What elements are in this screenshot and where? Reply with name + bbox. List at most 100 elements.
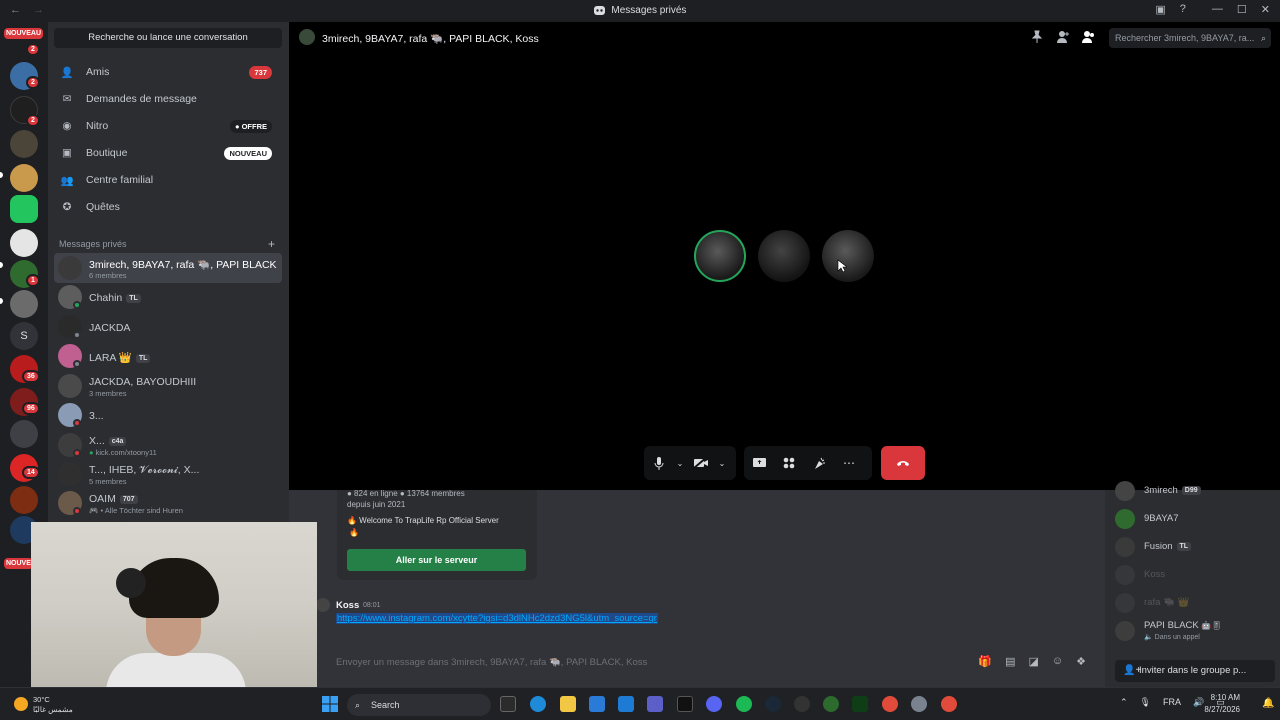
group-avatar [299, 29, 315, 45]
window-controls: ▣ ? — ☐ ✕ [1155, 3, 1270, 16]
gift-icon[interactable]: 🎁 [978, 655, 992, 668]
dm-item[interactable]: OAIM 707 🎮 • Alle Töchter sind Huren [54, 488, 282, 518]
add-member-icon: 👤+ [1123, 665, 1142, 676]
settings-icon[interactable] [911, 696, 927, 712]
file-explorer-icon[interactable] [560, 696, 576, 712]
dm-item-group-call[interactable]: 3mirech, 9BAYA7, rafa 🐃, PAPI BLACK,... … [54, 253, 282, 283]
invite-to-group-button[interactable]: 👤+ Inviter dans le groupe p... [1115, 660, 1275, 682]
windows-start-icon[interactable] [322, 696, 338, 712]
maximize-button[interactable]: ☐ [1237, 3, 1247, 16]
emoji-icon[interactable]: ☺ [1052, 655, 1063, 668]
mention-count: 2 [26, 114, 40, 127]
avatar [58, 374, 82, 398]
mention-count: 36 [22, 370, 40, 383]
xbox-icon[interactable] [823, 696, 839, 712]
dm-name: JACKDA, BAYOUDHIII [89, 376, 197, 388]
tray-overflow-icon[interactable]: ⌃ [1120, 697, 1128, 708]
language-indicator[interactable]: FRA [1163, 697, 1181, 708]
server-icon[interactable] [10, 164, 38, 192]
server-icon[interactable] [10, 195, 38, 223]
call-participant-avatar[interactable] [694, 230, 746, 282]
dm-item[interactable]: JACKDA [54, 312, 282, 342]
server-icon[interactable] [10, 486, 38, 514]
dm-item[interactable]: JACKDA, BAYOUDHIII 3 membres [54, 371, 282, 401]
close-button[interactable]: ✕ [1261, 3, 1270, 16]
dm-item[interactable]: LARA 👑 TL [54, 341, 282, 371]
soundboard-icon[interactable] [804, 448, 834, 478]
activity-controls: ⋯ [744, 446, 872, 480]
steam-icon[interactable] [765, 696, 781, 712]
join-server-button[interactable]: Aller sur le serveur [347, 549, 526, 571]
add-friends-icon[interactable] [1056, 30, 1070, 44]
pin-icon[interactable] [1030, 30, 1044, 44]
nav-friends[interactable]: 👤 Amis 737 [54, 59, 282, 85]
more-options-icon[interactable]: ⋯ [834, 448, 864, 478]
message-composer[interactable]: Envoyer un message dans 3mirech, 9BAYA7,… [326, 653, 1098, 673]
minimize-button[interactable]: — [1212, 3, 1223, 16]
dm-item[interactable]: X... c4a ● kick.com/xtoony11 [54, 430, 282, 460]
server-letter[interactable]: S [10, 322, 38, 350]
discord-icon[interactable] [706, 696, 722, 712]
member-item-offline[interactable]: Koss [1115, 564, 1275, 586]
microphone-icon[interactable] [644, 448, 674, 478]
member-item[interactable]: 3mirech D99 [1115, 480, 1275, 502]
member-item-offline[interactable]: rafa 🐃 👑 [1115, 592, 1275, 614]
nav-message-requests[interactable]: ✉ Demandes de message [54, 86, 282, 112]
nav-quests[interactable]: ✪ Quêtes [54, 194, 282, 220]
teams-icon[interactable] [647, 696, 663, 712]
dm-item[interactable]: Chahin TL [54, 282, 282, 312]
inbox-icon[interactable]: ▣ [1155, 3, 1165, 16]
clock[interactable]: 8:10 AM 8/27/2026 [1202, 692, 1240, 716]
chevron-down-icon[interactable]: ⌄ [716, 448, 728, 478]
channel-header: 3mirech, 9BAYA7, rafa 🐃, PAPI BLACK, Kos… [289, 22, 1280, 54]
store-icon[interactable] [618, 696, 634, 712]
create-dm-icon[interactable]: + [268, 237, 275, 251]
message-link[interactable]: https://www.instagram.com/xcytte?igsi=d3… [336, 613, 658, 624]
nav-family-center[interactable]: 👥 Centre familial [54, 167, 282, 193]
taskbar-search[interactable]: ⌕ Search [347, 694, 491, 716]
chrome-icon[interactable] [941, 696, 957, 712]
dm-name: JACKDA [89, 322, 131, 334]
server-icon[interactable] [10, 290, 38, 318]
activities-icon[interactable] [774, 448, 804, 478]
avatar[interactable] [316, 598, 330, 612]
disconnect-button[interactable] [881, 446, 925, 480]
app-icon[interactable] [852, 696, 868, 712]
find-conversation-button[interactable]: Recherche ou lance une conversation [54, 28, 282, 48]
sticker-icon[interactable]: ◪ [1028, 655, 1038, 668]
terminal-icon[interactable] [677, 696, 693, 712]
help-icon[interactable]: ? [1180, 3, 1186, 16]
member-item[interactable]: Fusion TL [1115, 536, 1275, 558]
outlook-icon[interactable] [589, 696, 605, 712]
message-author[interactable]: Koss [336, 600, 359, 611]
search-input[interactable]: Rechercher 3mirech, 9BAYA7, ra... ⌕ [1109, 28, 1271, 48]
member-item[interactable]: PAPI BLACK 🤖🎚 🔈 Dans un appel [1115, 620, 1275, 642]
nav-shop[interactable]: ▣ Boutique NOUVEAU [54, 140, 282, 166]
apps-icon[interactable]: ❖ [1076, 655, 1086, 668]
nav-nitro[interactable]: ◉ Nitro ● OFFRE [54, 113, 282, 139]
chevron-down-icon[interactable]: ⌄ [674, 448, 686, 478]
call-participant-avatar[interactable] [758, 230, 810, 282]
notification-bell-icon[interactable]: 🔔 [1262, 698, 1274, 709]
server-icon[interactable] [10, 229, 38, 257]
dm-name: 3mirech, 9BAYA7, rafa 🐃, PAPI BLACK,... [89, 259, 277, 271]
screen-share-icon[interactable] [744, 448, 774, 478]
app-icon[interactable] [794, 696, 810, 712]
member-list-icon[interactable] [1082, 30, 1096, 44]
call-participant-avatar[interactable] [822, 230, 874, 282]
task-view-icon[interactable] [500, 696, 516, 712]
chrome-icon[interactable] [882, 696, 898, 712]
server-icon[interactable] [10, 420, 38, 448]
mic-icon[interactable]: 🎙 [1140, 697, 1151, 708]
spotify-icon[interactable] [736, 696, 752, 712]
gif-icon[interactable]: ▤ [1005, 655, 1015, 668]
edge-icon[interactable] [530, 696, 546, 712]
member-item[interactable]: 9BAYA7 [1115, 508, 1275, 530]
invite-stats: ● 824 en ligne ● 13764 membres [347, 489, 465, 498]
fire-icon: 🔥 [349, 528, 359, 537]
dm-item[interactable]: 3... [54, 400, 282, 430]
dm-item[interactable]: T..., IHEB, 𝓥𝓮𝓻𝓸𝓸𝓷𝓲, X... 5 membres [54, 459, 282, 489]
server-icon[interactable] [10, 130, 38, 158]
camera-off-icon[interactable] [686, 448, 716, 478]
dm-name: OAIM [89, 493, 116, 505]
